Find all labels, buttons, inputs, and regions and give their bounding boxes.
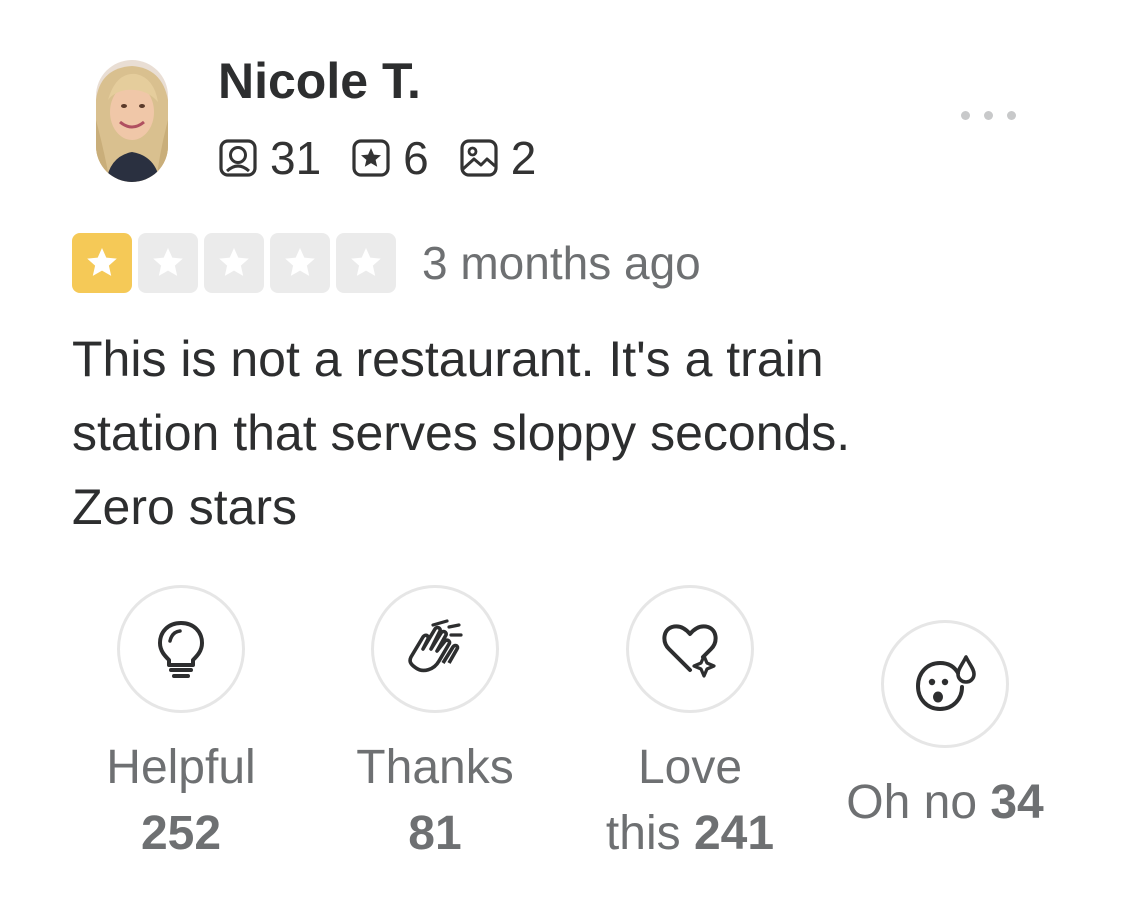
reviews-count: 6 bbox=[403, 132, 429, 184]
love-this-count: 241 bbox=[693, 807, 775, 860]
review-text-line: station that serves sloppy seconds. bbox=[72, 405, 851, 461]
star-rating: 3 months ago bbox=[72, 233, 701, 293]
helpful-label: Helpful bbox=[106, 741, 256, 794]
oh-no-label: Oh no bbox=[846, 776, 978, 829]
clapping-hands-icon bbox=[408, 619, 463, 673]
user-stats: 31 6 2 bbox=[218, 132, 566, 184]
user-name[interactable]: Nicole T. bbox=[218, 52, 421, 110]
oh-no-count: 34 bbox=[990, 776, 1044, 829]
review-text-line: Zero stars bbox=[72, 479, 298, 535]
photos-count: 2 bbox=[510, 132, 537, 184]
heart-sparkle-icon bbox=[662, 624, 718, 678]
love-this-label-line2: this 241 bbox=[600, 801, 780, 867]
star-1 bbox=[72, 233, 132, 293]
star-4 bbox=[270, 233, 330, 293]
avatar[interactable] bbox=[96, 60, 168, 182]
friends-stat: 31 bbox=[218, 131, 321, 185]
thanks-reaction-button[interactable]: Thanks 81 bbox=[350, 585, 520, 867]
friends-count: 31 bbox=[270, 132, 322, 184]
oh-no-label-line: Oh no 34 bbox=[835, 770, 1055, 836]
star-3 bbox=[204, 233, 264, 293]
oh-no-reaction-circle[interactable] bbox=[881, 620, 1009, 748]
helpful-reaction-circle[interactable] bbox=[117, 585, 245, 713]
star-2 bbox=[138, 233, 198, 293]
star-icon bbox=[153, 248, 183, 276]
more-options-button[interactable] bbox=[948, 98, 1028, 132]
love-this-label-this: this bbox=[605, 807, 681, 860]
review-date: 3 months ago bbox=[422, 237, 701, 289]
review-text-line: This is not a restaurant. It's a train bbox=[72, 331, 824, 387]
avatar-photo bbox=[96, 60, 168, 182]
dot-icon bbox=[960, 110, 970, 120]
photos-icon bbox=[460, 139, 498, 177]
thanks-label: Thanks bbox=[356, 741, 514, 794]
dot-icon bbox=[983, 110, 993, 120]
helpful-reaction-button[interactable]: Helpful 252 bbox=[96, 585, 266, 867]
reviews-stat: 6 bbox=[351, 131, 429, 185]
helpful-count: 252 bbox=[140, 807, 222, 860]
star-icon bbox=[351, 248, 381, 276]
love-this-reaction-circle[interactable] bbox=[626, 585, 754, 713]
lightbulb-icon bbox=[158, 621, 204, 678]
star-icon bbox=[87, 248, 117, 276]
review-body: This is not a restaurant. It's a train s… bbox=[72, 322, 1012, 544]
thanks-count: 81 bbox=[408, 807, 462, 860]
star-icon bbox=[285, 248, 315, 276]
photos-stat: 2 bbox=[459, 131, 537, 185]
love-this-label-line1: Love bbox=[637, 741, 743, 794]
dot-icon bbox=[1006, 110, 1016, 120]
star-5 bbox=[336, 233, 396, 293]
oh-no-reaction-button[interactable]: Oh no 34 bbox=[835, 620, 1055, 836]
love-this-reaction-button[interactable]: Love this 241 bbox=[600, 585, 780, 867]
friends-icon bbox=[219, 139, 257, 177]
reviews-star-icon bbox=[352, 139, 390, 177]
thanks-reaction-circle[interactable] bbox=[371, 585, 499, 713]
oh-no-face-icon bbox=[915, 655, 976, 712]
review-card: Nicole T. 31 6 2 3 months ago This is no… bbox=[0, 0, 1125, 908]
star-icon bbox=[219, 248, 249, 276]
